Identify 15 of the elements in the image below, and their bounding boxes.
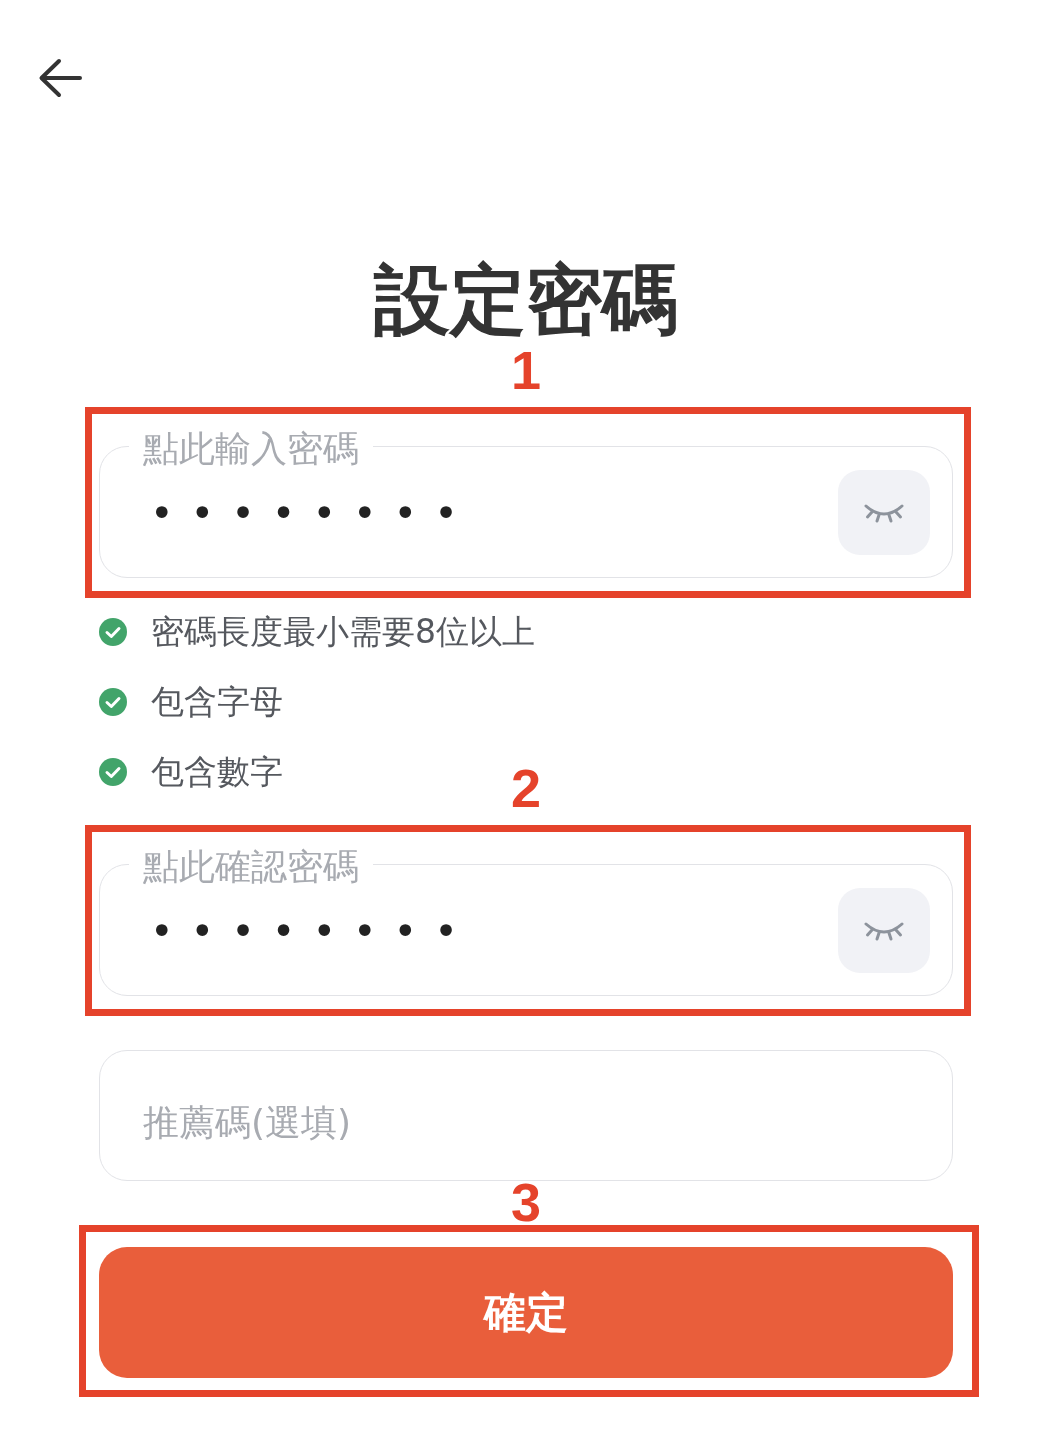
page-title: 設定密碼 xyxy=(372,254,679,346)
requirement-text: 包含數字 xyxy=(151,752,283,792)
field-label: 點此確認密碼 xyxy=(142,845,360,886)
annotation-number: 2 xyxy=(511,768,541,810)
requirement-text: 密碼長度最小需要8位以上 xyxy=(151,612,535,652)
back-arrow-icon xyxy=(38,58,82,98)
toggle-visibility-button[interactable] xyxy=(838,888,930,974)
toggle-visibility-button[interactable] xyxy=(838,470,930,556)
annotation-number: 1 xyxy=(511,350,541,392)
masked-password: •••••••• xyxy=(150,492,475,533)
annotation-number: 3 xyxy=(511,1182,541,1224)
field-label: 點此輸入密碼 xyxy=(142,427,360,468)
requirement-text: 包含字母 xyxy=(151,682,283,722)
masked-password: •••••••• xyxy=(150,910,475,951)
referral-code-field[interactable]: 推薦碼(選填) xyxy=(99,1050,953,1182)
